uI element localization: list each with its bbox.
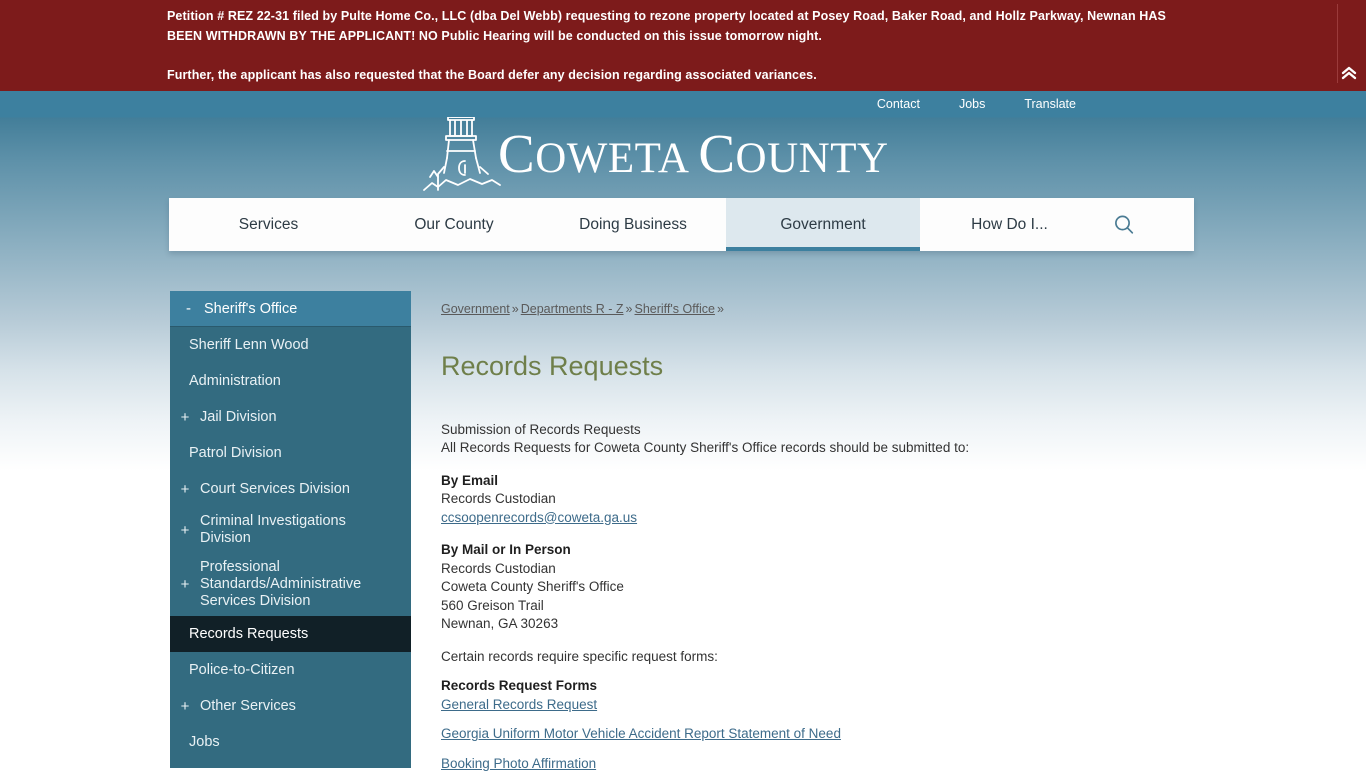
email-address-link[interactable]: ccsoopenrecords@coweta.ga.us — [441, 509, 637, 528]
utility-links: Contact Jobs Translate — [877, 91, 1076, 117]
sidebar-item-jail-division[interactable]: + Jail Division — [170, 399, 411, 435]
breadcrumb-link-government[interactable]: Government — [441, 302, 510, 316]
sidebar-item-label: Criminal Investigations Division — [200, 513, 346, 546]
form-link-accident-report-statement[interactable]: Georgia Uniform Motor Vehicle Accident R… — [441, 725, 841, 744]
nav-item-label: Services — [238, 215, 299, 233]
sidebar-item-administration[interactable]: Administration — [170, 363, 411, 399]
mail-custodian: Records Custodian — [441, 560, 556, 576]
plus-toggle-icon[interactable]: + — [170, 409, 200, 426]
sidebar-item-label: Jobs — [189, 733, 220, 750]
nav-item-how-do-i[interactable]: How Do I... — [920, 198, 1099, 251]
sidebar-item-sheriffs-office[interactable]: - Sheriff's Office — [170, 291, 411, 327]
forms-heading: Records Request Forms — [441, 678, 598, 694]
search-button[interactable] — [1099, 198, 1194, 251]
breadcrumb-separator: » — [716, 302, 724, 316]
sidebar-item-label: Other Services — [200, 697, 296, 714]
site-title-c1: C — [498, 123, 536, 184]
breadcrumb-separator: » — [625, 302, 633, 316]
alert-line-2: Further, the applicant has also requeste… — [167, 68, 817, 82]
sidebar-item-police-to-citizen[interactable]: Police-to-Citizen — [170, 652, 411, 688]
nav-item-services[interactable]: Services — [169, 198, 368, 251]
form-link-booking-photo-affirmation[interactable]: Booking Photo Affirmation — [441, 755, 596, 773]
sidebar-item-label: Court Services Division — [200, 480, 350, 497]
minus-toggle-icon[interactable]: - — [186, 300, 204, 317]
by-email-heading: By Email — [441, 472, 499, 488]
sidebar-header-label: Sheriff's Office — [204, 300, 298, 317]
sidebar-item-label: Records Requests — [189, 625, 309, 642]
main-content: Government» Departments R - Z» Sheriff's O… — [441, 300, 1141, 773]
plus-toggle-icon[interactable]: + — [170, 698, 200, 715]
sidebar-item-court-services-division[interactable]: + Court Services Division — [170, 471, 411, 507]
sidebar-item-patrol-division[interactable]: Patrol Division — [170, 435, 411, 471]
mail-city: Newnan, GA 30263 — [441, 616, 559, 632]
utility-link-jobs[interactable]: Jobs — [959, 97, 985, 111]
by-mail-heading: By Mail or In Person — [441, 542, 571, 558]
sidebar-item-label: Jail Division — [200, 408, 277, 425]
sidebar-item-sheriff-lenn-wood[interactable]: Sheriff Lenn Wood — [170, 327, 411, 363]
plus-toggle-icon[interactable]: + — [170, 576, 200, 593]
breadcrumb-link-departments[interactable]: Departments R - Z — [521, 302, 624, 316]
alert-line-1: Petition # REZ 22-31 filed by Pulte Home… — [167, 9, 1166, 43]
form-link-general-records-request[interactable]: General Records Request — [441, 696, 597, 715]
sidebar-item-other-services[interactable]: + Other Services — [170, 688, 411, 724]
plus-toggle-icon[interactable]: + — [170, 481, 200, 498]
sidebar-item-label: Police-to-Citizen — [189, 661, 295, 678]
page-title: Records Requests — [441, 351, 664, 381]
forms-intro: Certain records require specific request… — [441, 648, 718, 664]
double-chevron-up-icon[interactable] — [1338, 62, 1360, 84]
sidebar-item-label: Patrol Division — [189, 444, 282, 461]
mail-office: Coweta County Sheriff's Office — [441, 579, 624, 595]
nav-item-government[interactable]: Government — [726, 198, 920, 251]
intro-line-2: All Records Requests for Coweta County S… — [441, 440, 970, 456]
nav-item-our-county[interactable]: Our County — [368, 198, 540, 251]
alert-banner: Petition # REZ 22-31 filed by Pulte Home… — [0, 0, 1366, 91]
utility-link-contact[interactable]: Contact — [877, 97, 920, 111]
search-icon — [1115, 215, 1134, 234]
breadcrumb: Government» Departments R - Z» Sheriff's O… — [441, 300, 1141, 318]
sidebar-item-professional-standards[interactable]: + Professional Standards/Administrative … — [170, 553, 411, 616]
nav-item-doing-business[interactable]: Doing Business — [540, 198, 726, 251]
alert-text-block: Petition # REZ 22-31 filed by Pulte Home… — [167, 6, 1187, 85]
utility-bar: Contact Jobs Translate — [0, 91, 1366, 117]
sidebar-item-criminal-investigations-division[interactable]: + Criminal Investigations Division — [170, 507, 411, 553]
nav-item-label: Government — [780, 215, 866, 233]
mail-street: 560 Greison Trail — [441, 597, 544, 613]
sidebar-navigation: - Sheriff's Office Sheriff Lenn Wood Adm… — [170, 291, 411, 768]
site-title-ounty: OUNTY — [735, 135, 889, 182]
utility-link-translate[interactable]: Translate — [1024, 97, 1076, 111]
site-title: COWETA COUNTY — [498, 126, 889, 181]
sidebar-item-jobs[interactable]: Jobs — [170, 724, 411, 760]
masthead: COWETA COUNTY — [0, 100, 1366, 197]
sidebar-item-label: Professional Standards/Administrative Se… — [200, 559, 362, 609]
main-navigation: Services Our County Doing Business Gover… — [169, 198, 1194, 251]
email-custodian: Records Custodian — [441, 491, 556, 507]
nav-item-label: How Do I... — [971, 215, 1048, 233]
site-title-oweta: OWETA — [535, 135, 699, 182]
site-title-c2: C — [698, 123, 736, 184]
sidebar-item-records-requests[interactable]: Records Requests — [170, 616, 411, 652]
nav-item-label: Doing Business — [579, 215, 687, 233]
sidebar-item-label: Sheriff Lenn Wood — [189, 336, 309, 353]
intro-line-1: Submission of Records Requests — [441, 421, 641, 437]
nav-item-label: Our County — [414, 215, 494, 233]
breadcrumb-link-sheriffs-office[interactable]: Sheriff's Office — [635, 302, 715, 316]
plus-toggle-icon[interactable]: + — [170, 522, 200, 539]
sidebar-item-label: Administration — [189, 372, 281, 389]
breadcrumb-separator: » — [511, 302, 519, 316]
